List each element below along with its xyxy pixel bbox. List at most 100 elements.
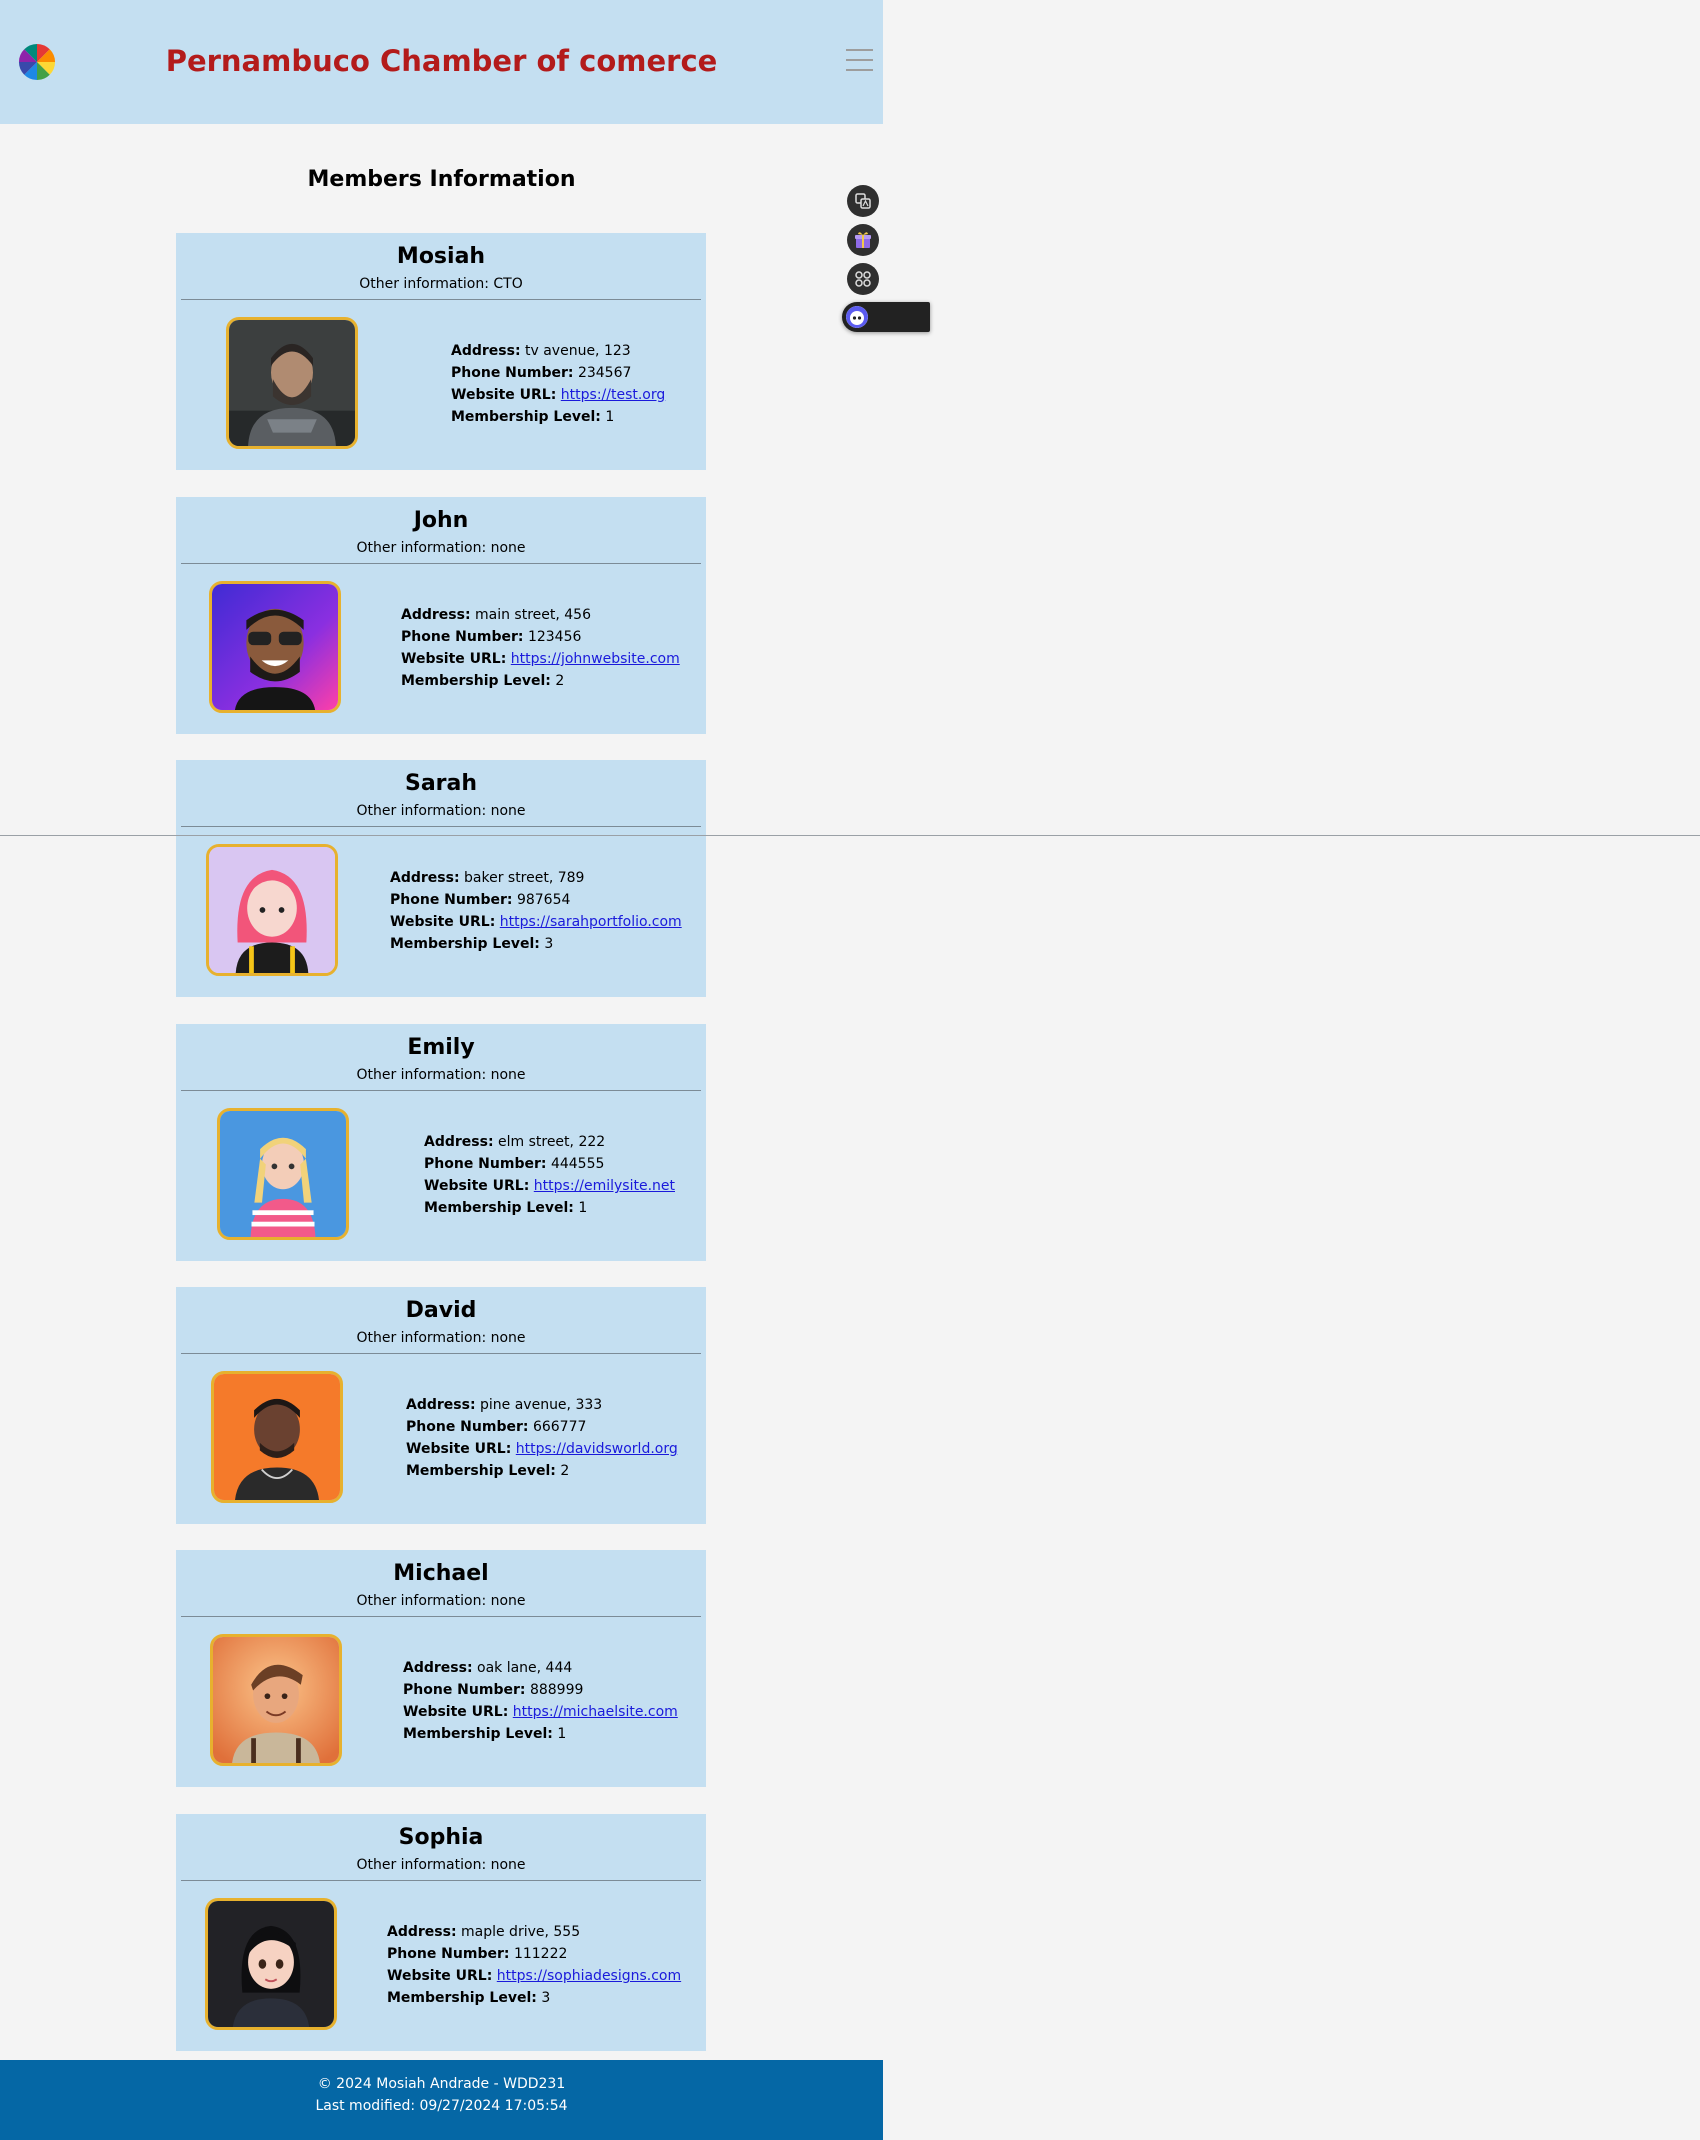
address-value: main street, 456 [475, 607, 591, 623]
address-label: Address: [403, 1660, 473, 1676]
phone-label: Phone Number: [406, 1419, 529, 1435]
level-label: Membership Level: [387, 1990, 537, 2006]
member-name: Sarah [404, 771, 478, 796]
phone-label: Phone Number: [403, 1682, 526, 1698]
address-value: tv avenue, 123 [525, 343, 631, 359]
member-avatar [217, 1108, 349, 1240]
assistant-face-icon [846, 306, 868, 328]
level-value: 2 [555, 673, 565, 689]
page: Pernambuco Chamber of comerce Members In… [0, 0, 883, 2140]
phone-value: 444555 [550, 1156, 605, 1172]
level-label: Membership Level: [406, 1463, 556, 1479]
level-value: 3 [541, 1990, 551, 2006]
level-label: Membership Level: [390, 936, 540, 952]
site-header: Pernambuco Chamber of comerce [0, 0, 883, 124]
last-modified-text: Last modified: 09/27/2024 17:05:54 [315, 2098, 568, 2114]
phone-value: 123456 [527, 629, 582, 645]
level-label: Membership Level: [424, 1200, 574, 1216]
member-other-info: Other information: none [356, 1330, 526, 1346]
address-label: Address: [387, 1924, 457, 1940]
website-label: Website URL: [403, 1704, 509, 1720]
member-other-info: Other information: none [356, 1593, 526, 1609]
member-avatar [209, 581, 341, 713]
website-link[interactable]: https://sophiadesigns.com [497, 1968, 681, 1984]
page-title: Members Information [307, 167, 576, 192]
website-link[interactable]: https://johnwebsite.com [511, 651, 680, 667]
member-avatar [226, 317, 358, 449]
divider [181, 1616, 701, 1617]
apps-grid-icon[interactable] [847, 263, 879, 295]
member-name: David [405, 1298, 477, 1323]
member-other-info: Other information: none [356, 1857, 526, 1873]
website-label: Website URL: [387, 1968, 493, 1984]
address-label: Address: [451, 343, 521, 359]
member-other-info: Other information: none [356, 540, 526, 556]
site-title: Pernambuco Chamber of comerce [165, 44, 718, 78]
divider [181, 1090, 701, 1091]
member-avatar [211, 1371, 343, 1503]
divider [181, 299, 701, 300]
copyright-text: © 2024 Mosiah Andrade - WDD231 [317, 2076, 566, 2092]
divider [181, 1353, 701, 1354]
phone-label: Phone Number: [390, 892, 513, 908]
level-value: 2 [560, 1463, 570, 1479]
phone-label: Phone Number: [424, 1156, 547, 1172]
website-link[interactable]: https://michaelsite.com [513, 1704, 678, 1720]
assistant-pill-button[interactable] [842, 302, 930, 332]
member-details: Address: main street, 456 Phone Number: … [401, 604, 680, 692]
address-value: elm street, 222 [498, 1134, 606, 1150]
member-name: Michael [393, 1561, 489, 1586]
phone-value: 888999 [529, 1682, 584, 1698]
member-card: Mosiah Other information: CTO Address: t… [176, 233, 706, 470]
website-link[interactable]: https://sarahportfolio.com [500, 914, 682, 930]
website-label: Website URL: [390, 914, 496, 930]
member-name: John [413, 508, 469, 533]
phone-label: Phone Number: [387, 1946, 510, 1962]
divider [181, 1880, 701, 1881]
member-avatar [210, 1634, 342, 1766]
member-card: Emily Other information: none Address: e… [176, 1024, 706, 1261]
website-label: Website URL: [406, 1441, 512, 1457]
phone-label: Phone Number: [451, 365, 574, 381]
translate-icon[interactable] [847, 185, 879, 217]
member-other-info: Other information: CTO [359, 276, 523, 292]
phone-value: 234567 [577, 365, 632, 381]
phone-value: 987654 [516, 892, 571, 908]
member-name: Emily [407, 1035, 475, 1060]
member-name: Mosiah [396, 244, 486, 269]
member-details: Address: tv avenue, 123 Phone Number: 23… [451, 340, 665, 428]
address-value: pine avenue, 333 [480, 1397, 603, 1413]
divider [181, 563, 701, 564]
hamburger-menu-icon[interactable] [846, 49, 873, 75]
member-card: David Other information: none Address: p… [176, 1287, 706, 1524]
website-label: Website URL: [401, 651, 507, 667]
gift-icon[interactable] [847, 224, 879, 256]
website-link[interactable]: https://test.org [561, 387, 665, 403]
level-value: 1 [605, 409, 615, 425]
member-details: Address: oak lane, 444 Phone Number: 888… [403, 1657, 678, 1745]
website-label: Website URL: [424, 1178, 530, 1194]
member-avatar [205, 1898, 337, 2030]
phone-value: 111222 [513, 1946, 568, 1962]
address-value: maple drive, 555 [461, 1924, 581, 1940]
member-name: Sophia [398, 1825, 484, 1850]
level-label: Membership Level: [401, 673, 551, 689]
member-card: John Other information: none Address: ma… [176, 497, 706, 734]
level-value: 3 [544, 936, 554, 952]
member-card: Sarah Other information: none Address: b… [176, 760, 706, 997]
member-other-info: Other information: none [356, 1067, 526, 1083]
member-details: Address: elm street, 222 Phone Number: 4… [424, 1131, 675, 1219]
level-label: Membership Level: [451, 409, 601, 425]
member-avatar [206, 844, 338, 976]
website-link[interactable]: https://davidsworld.org [516, 1441, 678, 1457]
address-value: baker street, 789 [464, 870, 585, 886]
website-link[interactable]: https://emilysite.net [534, 1178, 675, 1194]
member-details: Address: pine avenue, 333 Phone Number: … [406, 1394, 678, 1482]
phone-label: Phone Number: [401, 629, 524, 645]
level-value: 1 [557, 1726, 567, 1742]
member-details: Address: maple drive, 555 Phone Number: … [387, 1921, 681, 2009]
member-other-info: Other information: none [356, 803, 526, 819]
level-value: 1 [578, 1200, 588, 1216]
address-value: oak lane, 444 [477, 1660, 573, 1676]
address-label: Address: [424, 1134, 494, 1150]
